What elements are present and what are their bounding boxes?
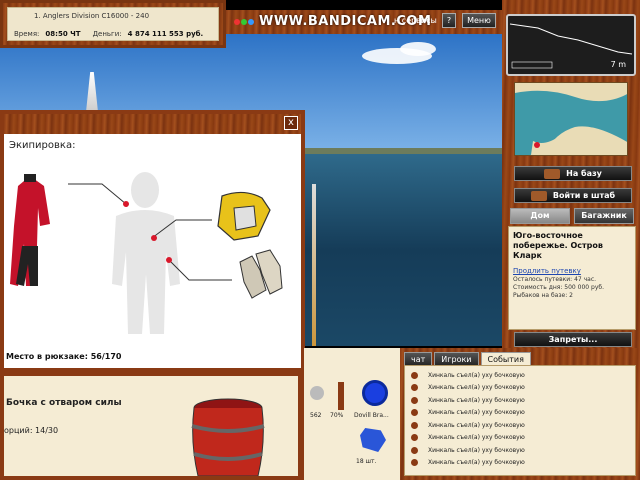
equipment-window-header: x xyxy=(4,114,301,134)
inventory-cell[interactable]: 562 70% xyxy=(306,382,350,424)
status-panel: 1. Anglers Division C16000 - 240 Время: … xyxy=(7,7,219,41)
backpack-capacity: Место в рюкзаке: 56/170 xyxy=(6,352,122,361)
bowl-icon xyxy=(411,421,418,429)
bans-button[interactable]: Запреты... xyxy=(514,332,632,347)
item-count: 562 xyxy=(310,412,322,419)
slot-marker-hands[interactable] xyxy=(166,257,172,263)
help-button[interactable]: ? xyxy=(442,13,456,28)
barrel-icon[interactable] xyxy=(188,396,268,476)
location-info: Юго-восточное побережье. Остров Кларк Пр… xyxy=(508,226,636,330)
cloud xyxy=(400,42,436,56)
lure-icon xyxy=(360,428,386,452)
life-vest-icon[interactable] xyxy=(217,191,271,241)
inventory-strip: 562 70% Dovill Bra... 18 шт. xyxy=(302,348,400,480)
bowl-icon xyxy=(411,446,418,454)
house-icon xyxy=(544,168,561,179)
island-map xyxy=(515,90,627,155)
events-list: Хинкаль съел(а) уху бочковую Хинкаль съе… xyxy=(404,365,636,476)
to-base-button[interactable]: На базу xyxy=(514,166,632,181)
slot-marker-vest[interactable] xyxy=(151,235,157,241)
extend-ticket-link[interactable]: Продлить путевку xyxy=(513,267,631,275)
watermark-dots-icon xyxy=(234,14,255,29)
equipment-window: x Экипировка: Место в рюкзаке: 56/170 xyxy=(0,110,305,372)
fishing-rod[interactable] xyxy=(312,184,316,346)
player-marker xyxy=(534,142,540,148)
item-portions: орций: 14/30 xyxy=(4,426,59,435)
day-cost: Стоимость дня: 500 000 руб. xyxy=(513,284,604,291)
inventory-cell[interactable]: 18 шт. xyxy=(354,426,398,470)
list-item: Хинкаль съел(а) уху бочковую xyxy=(409,394,631,407)
list-item: Хинкаль съел(а) уху бочковую xyxy=(409,382,631,395)
tab-chat[interactable]: чат xyxy=(404,352,433,366)
bowl-icon xyxy=(411,459,418,467)
menu-button[interactable]: Меню xyxy=(462,13,496,28)
events-panel: чат Игроки События Хинкаль съел(а) уху б… xyxy=(400,348,640,480)
location-name: 1. Anglers Division C16000 - 240 xyxy=(34,12,150,20)
home-tabs: Дом Багажник xyxy=(510,208,634,224)
depth-value: 7 m xyxy=(610,60,626,69)
item-name: Бочка с отваром силы xyxy=(6,398,122,408)
tab-house[interactable]: Дом xyxy=(510,208,570,224)
bowl-icon xyxy=(411,434,418,442)
equipment-figure xyxy=(10,172,283,334)
list-item: Хинкаль съел(а) уху бочковую xyxy=(409,444,631,457)
time-value: 08:50 ЧТ xyxy=(45,30,81,38)
time-label: Время: xyxy=(14,30,40,38)
bait-icon xyxy=(310,386,324,400)
tab-luggage[interactable]: Багажник xyxy=(574,208,634,224)
fishing-suit-icon[interactable] xyxy=(10,174,50,286)
item-count: 18 шт. xyxy=(356,458,377,465)
list-item: Хинкаль съел(а) уху бочковую xyxy=(409,369,631,382)
enter-headquarters-button[interactable]: Войти в штаб xyxy=(514,188,632,203)
services-link[interactable]: н сервисы xyxy=(394,16,437,25)
bowl-icon xyxy=(411,371,418,379)
list-item: Хинкаль съел(а) уху бочковую xyxy=(409,457,631,470)
line-spool-icon xyxy=(362,380,388,406)
anglers-on-base: Рыбаков на базе: 2 xyxy=(513,292,573,299)
tab-players[interactable]: Игроки xyxy=(434,352,479,366)
bowl-icon xyxy=(411,384,418,392)
bowl-icon xyxy=(411,409,418,417)
item-panel: Бочка с отваром силы орций: 14/30 xyxy=(0,372,302,480)
body-silhouette xyxy=(112,172,180,334)
bowl-icon xyxy=(411,396,418,404)
status-bar: 1. Anglers Division C16000 - 240 Время: … xyxy=(0,0,226,48)
item-name-short: Dovill Bra... xyxy=(354,412,389,419)
gloves-icon[interactable] xyxy=(239,249,283,299)
list-item: Хинкаль съел(а) уху бочковую xyxy=(409,432,631,445)
minimap[interactable] xyxy=(514,82,628,156)
depth-sonar: 7 m xyxy=(506,14,636,76)
inventory-cell[interactable]: Dovill Bra... xyxy=(354,378,398,422)
top-menu: WWW.BANDICAM.COM н сервисы ? Меню xyxy=(226,10,502,34)
money-value: 4 874 111 553 руб. xyxy=(127,30,204,38)
list-item: Хинкаль съел(а) уху бочковую xyxy=(409,419,631,432)
people-icon xyxy=(530,190,547,201)
slot-marker-body[interactable] xyxy=(123,201,129,207)
money-label: Деньги: xyxy=(92,30,122,38)
close-button[interactable]: x xyxy=(284,116,298,130)
bait-count-bar xyxy=(338,382,344,410)
list-item: Хинкаль съел(а) уху бочковую xyxy=(409,407,631,420)
item-percent: 70% xyxy=(330,412,344,419)
location-title: Юго-восточное побережье. Остров Кларк xyxy=(513,231,603,260)
ticket-remaining: Осталось путевки: 47 час. xyxy=(513,276,597,283)
tab-events[interactable]: События xyxy=(480,352,531,366)
